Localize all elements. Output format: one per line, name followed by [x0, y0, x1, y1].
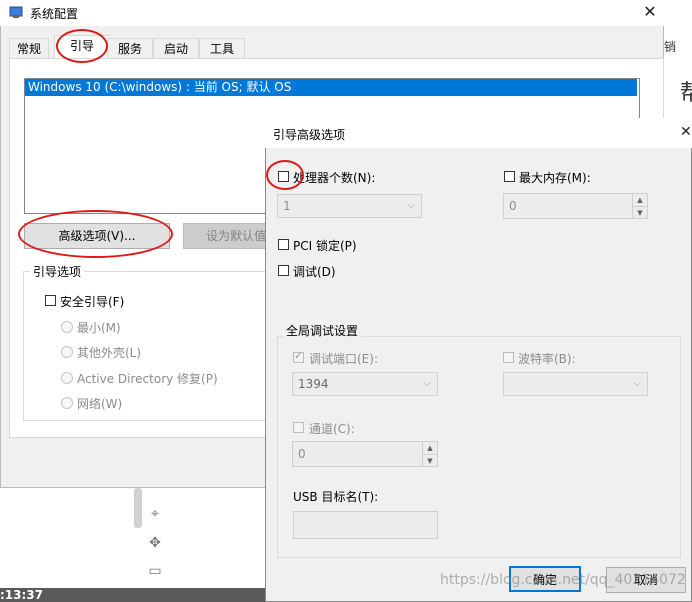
system-config-icon [9, 5, 23, 19]
chevron-down-icon: ⌵ [633, 378, 641, 389]
clock-text: :13:37 [0, 588, 43, 602]
tab-tools[interactable]: 工具 [199, 38, 245, 58]
move-icon[interactable]: ✥ [147, 535, 163, 551]
debug-checkbox[interactable] [278, 265, 289, 276]
pci-lock-checkbox[interactable] [278, 239, 289, 250]
spin-up-icon[interactable]: ▲ [633, 194, 647, 206]
advanced-options-button[interactable]: 高级选项(V)... [24, 223, 170, 249]
channel-value: 0 [298, 447, 306, 461]
right-strip-text: 销 [664, 40, 677, 54]
debug-port-value: 1394 [298, 377, 329, 391]
radio-minimal-label: 最小(M) [77, 321, 121, 335]
max-memory-value: 0 [509, 199, 517, 213]
safe-boot-label: 安全引导(F) [60, 295, 125, 309]
radio-ad-repair-label: Active Directory 修复(P) [77, 372, 218, 386]
debug-port-checkbox[interactable] [293, 349, 304, 363]
pci-lock-label: PCI 锁定(P) [293, 239, 357, 253]
radio-minimal[interactable] [61, 321, 73, 333]
processor-count-checkbox[interactable] [278, 171, 289, 182]
processor-count-label: 处理器个数(N): [293, 171, 376, 185]
baud-rate-select[interactable]: ⌵ [503, 372, 648, 396]
radio-alternate-shell-label: 其他外壳(L) [77, 346, 142, 360]
debug-port-label: 调试端口(E): [309, 352, 378, 366]
usb-target-label: USB 目标名(T): [293, 490, 379, 504]
scrollbar-thumb[interactable] [134, 488, 142, 528]
tab-services[interactable]: 服务 [107, 38, 153, 58]
spin-down-icon[interactable]: ▼ [633, 206, 647, 219]
max-memory-spinner[interactable]: 0 ▲ ▼ [503, 193, 648, 219]
dialog-close-icon[interactable]: ✕ [680, 124, 692, 140]
radio-ad-repair[interactable] [61, 372, 73, 384]
spin-down-icon[interactable]: ▼ [423, 454, 437, 467]
baud-rate-label: 波特率(B): [518, 352, 576, 366]
os-list-item[interactable]: Windows 10 (C:\windows) : 当前 OS; 默认 OS [25, 79, 637, 96]
processor-count-value: 1 [283, 199, 291, 213]
main-close-icon[interactable]: ✕ [640, 2, 660, 22]
usb-target-input[interactable] [293, 511, 438, 539]
monitor-icon[interactable]: ▭ [147, 563, 163, 579]
radio-alternate-shell[interactable] [61, 346, 73, 358]
spin-up-icon[interactable]: ▲ [423, 442, 437, 454]
processor-count-select[interactable]: 1 ⌵ [277, 194, 422, 218]
safe-boot-checkbox[interactable] [45, 295, 56, 306]
chevron-down-icon: ⌵ [423, 378, 431, 389]
boot-options-title: 引导选项 [30, 263, 85, 280]
tab-general[interactable]: 常规 [9, 38, 49, 58]
tab-boot[interactable]: 引导 [54, 35, 110, 59]
max-memory-label: 最大内存(M): [519, 171, 591, 185]
tab-startup[interactable]: 启动 [153, 38, 199, 58]
dialog-title: 引导高级选项 [273, 128, 346, 142]
debug-port-select[interactable]: 1394 ⌵ [292, 372, 438, 396]
set-default-button[interactable]: 设为默认值 [183, 223, 273, 249]
max-memory-checkbox[interactable] [504, 171, 515, 182]
background-area [0, 488, 266, 602]
watermark: https://blog.csdn.net/qq_40214072 [440, 572, 686, 588]
global-debug-title: 全局调试设置 [283, 322, 362, 339]
radio-network-label: 网络(W) [77, 397, 123, 411]
chevron-down-icon: ⌵ [407, 200, 415, 211]
main-window-title: 系统配置 [30, 7, 79, 21]
crosshair-icon[interactable]: ⌖ [147, 506, 163, 522]
baud-rate-checkbox[interactable] [503, 352, 514, 363]
radio-network[interactable] [61, 397, 73, 409]
channel-spinner[interactable]: 0 ▲ ▼ [292, 441, 438, 467]
debug-label: 调试(D) [293, 265, 336, 279]
right-strip-heading: 帮 [680, 81, 692, 106]
channel-label: 通道(C): [309, 422, 355, 436]
channel-checkbox[interactable] [293, 422, 304, 433]
main-titlebar [0, 0, 664, 26]
